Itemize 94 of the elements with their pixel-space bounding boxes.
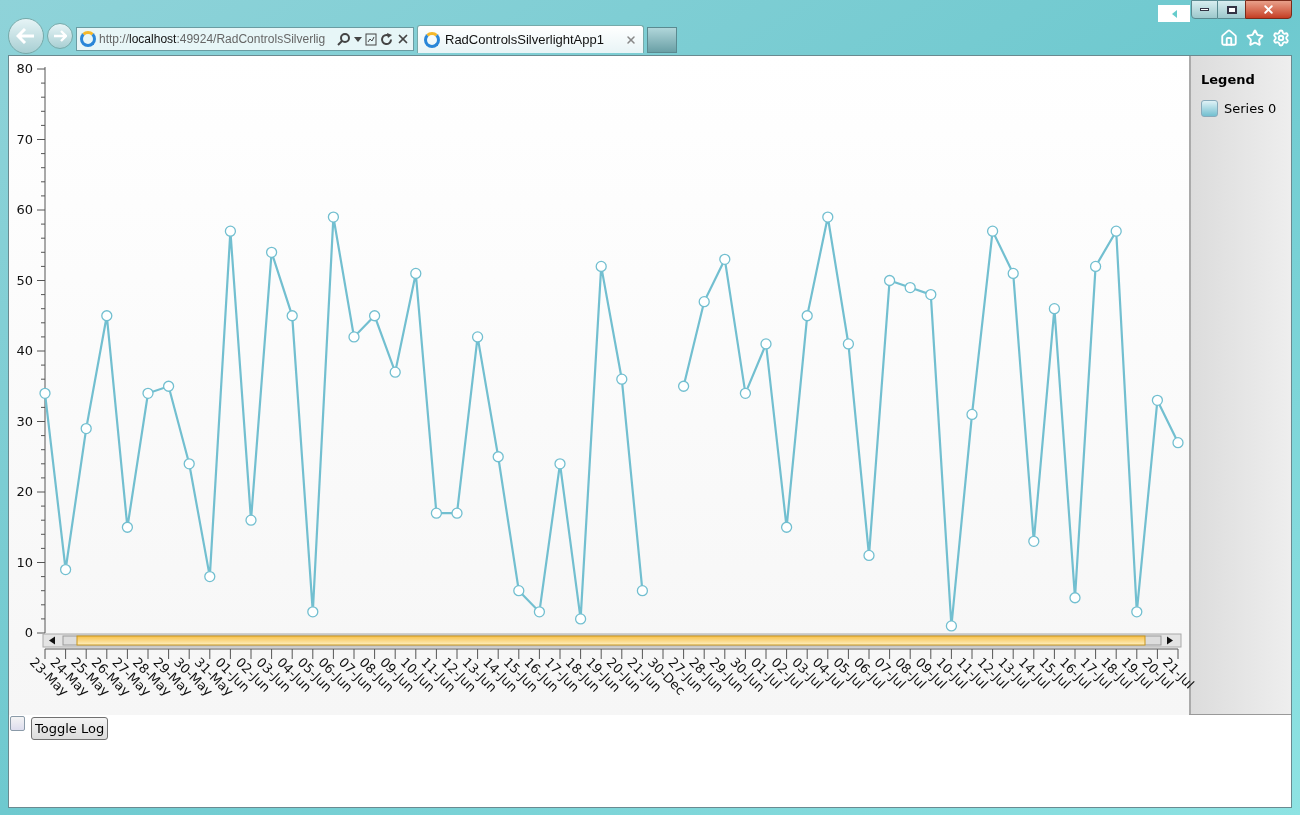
toggle-log-button[interactable]: Toggle Log — [31, 717, 109, 740]
data-point — [286, 310, 298, 322]
data-point — [574, 613, 587, 625]
data-point — [904, 281, 916, 294]
legend-label: Series 0 — [1224, 99, 1277, 118]
data-point — [162, 380, 175, 392]
data-point — [183, 458, 195, 470]
compatibility-icon[interactable] — [365, 32, 377, 46]
checkbox[interactable] — [10, 716, 25, 731]
tab-title: RadControlsSilverlightApp1 — [445, 30, 604, 49]
data-point — [451, 507, 463, 519]
data-point — [1172, 437, 1184, 449]
data-point — [1069, 592, 1081, 604]
data-point — [39, 387, 51, 399]
data-point — [80, 422, 92, 435]
data-point — [1110, 225, 1122, 237]
home-icon[interactable] — [1220, 29, 1238, 47]
data-point — [636, 585, 649, 597]
y-tick-label: 30 — [16, 413, 33, 429]
y-tick-label: 80 — [16, 61, 33, 76]
forward-button[interactable] — [47, 23, 73, 49]
data-point — [513, 585, 525, 597]
legend-swatch-icon — [1201, 99, 1218, 117]
data-point — [554, 458, 566, 470]
y-tick-label: 60 — [16, 202, 33, 217]
data-point — [863, 549, 875, 562]
data-point — [1028, 535, 1040, 547]
data-point — [142, 387, 154, 399]
data-point — [760, 338, 772, 350]
data-point — [101, 310, 113, 322]
data-point — [1131, 606, 1143, 618]
data-point — [1151, 394, 1164, 406]
forward-arrow-icon — [53, 30, 67, 42]
data-point — [1048, 303, 1061, 315]
y-tick-label: 40 — [16, 343, 33, 358]
back-arrow-icon — [16, 28, 36, 44]
y-tick-label: 10 — [16, 554, 33, 570]
maximize-button[interactable] — [1218, 0, 1245, 19]
data-point — [59, 563, 72, 576]
data-point — [801, 310, 813, 322]
data-point — [945, 620, 958, 632]
address-bar[interactable]: http://localhost:49924/RadControlsSilverlig — [76, 27, 414, 51]
data-point — [719, 253, 731, 265]
url-text: http://localhost:49924/RadControlsSilverlig — [99, 31, 326, 48]
dropdown-icon[interactable] — [354, 36, 362, 42]
data-point — [677, 380, 690, 392]
data-point — [368, 310, 381, 322]
data-point — [698, 296, 710, 308]
data-point — [739, 387, 752, 399]
close-button[interactable] — [1245, 0, 1292, 19]
data-point — [121, 521, 134, 533]
y-tick-label: 50 — [16, 272, 33, 288]
new-tab-button[interactable] — [647, 27, 677, 53]
y-tick-label: 20 — [16, 484, 33, 499]
data-point — [245, 514, 257, 526]
horizontal-scrollbar[interactable] — [42, 633, 1182, 648]
data-point — [986, 225, 999, 237]
browser-tab[interactable]: RadControlsSilverlightApp1 — [417, 25, 644, 53]
close-tab-icon[interactable] — [625, 33, 637, 46]
data-point — [204, 570, 216, 583]
data-point — [966, 408, 978, 421]
y-tick-label: 0 — [24, 625, 33, 640]
data-point — [307, 606, 319, 618]
back-button[interactable] — [8, 18, 44, 54]
data-point — [265, 246, 278, 258]
legend-title: Legend — [1201, 71, 1256, 89]
data-point — [616, 373, 628, 385]
y-tick-label: 70 — [16, 131, 33, 147]
data-point — [822, 211, 834, 223]
data-point — [1007, 267, 1019, 280]
data-point — [327, 211, 340, 223]
data-point — [430, 507, 443, 519]
data-point — [471, 331, 484, 343]
data-point — [224, 225, 237, 237]
data-point — [533, 606, 546, 618]
data-point — [883, 274, 896, 287]
data-point — [410, 267, 422, 280]
favorites-icon[interactable] — [1246, 29, 1264, 47]
data-point — [842, 338, 855, 350]
browser-logo-icon — [80, 31, 96, 47]
data-point — [780, 521, 793, 533]
search-icon[interactable] — [337, 32, 351, 46]
data-point — [595, 260, 607, 273]
data-point — [348, 331, 360, 343]
refresh-icon[interactable] — [380, 32, 393, 46]
data-point — [492, 451, 504, 463]
browser-logo-icon — [424, 31, 440, 48]
data-point — [925, 288, 937, 301]
stop-icon[interactable] — [396, 32, 410, 46]
data-point — [389, 366, 401, 378]
close-icon — [1262, 3, 1275, 16]
settings-icon[interactable] — [1272, 29, 1290, 47]
data-point — [1089, 260, 1102, 273]
minimize-button[interactable] — [1191, 0, 1218, 19]
